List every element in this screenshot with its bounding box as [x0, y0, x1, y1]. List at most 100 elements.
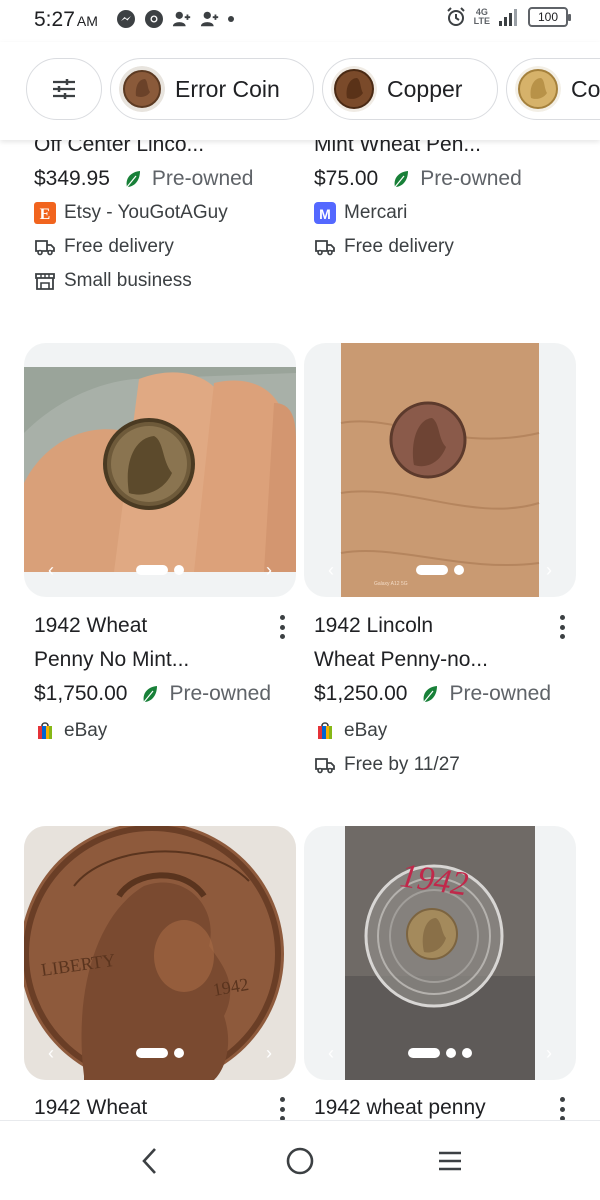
home-button[interactable]: [280, 1141, 320, 1181]
delivery-row: Free by 11/27: [314, 748, 574, 782]
delivery-row: Free delivery: [34, 230, 294, 264]
more-options-icon[interactable]: [272, 612, 292, 642]
svg-text:M: M: [319, 206, 331, 222]
delivery-truck-icon: [315, 758, 335, 774]
product-title-line2: Wheat Penny-no...: [314, 648, 488, 671]
image-carousel-dots: [304, 1048, 576, 1058]
more-notifications-dot-icon: [228, 16, 234, 22]
seller-row: E Etsy - YouGotAGuy: [34, 196, 294, 230]
price-row: $1,250.00 Pre-owned: [314, 677, 574, 711]
more-options-icon[interactable]: [552, 612, 572, 642]
chrome-icon: [145, 10, 163, 28]
notification-icons: [116, 9, 234, 29]
product-card-mint-wheat[interactable]: Mint Wheat Pen... $75.00 Pre-owned M Mer…: [314, 128, 574, 264]
coin-in-capsule-photo-icon: 1942: [345, 826, 535, 1080]
etsy-icon: E: [34, 202, 56, 224]
product-price: $1,750.00: [34, 682, 128, 705]
delivery-text: Free delivery: [344, 236, 454, 257]
carousel-next-icon[interactable]: ›: [266, 1044, 272, 1062]
system-navigation-bar: [0, 1120, 600, 1200]
price-row: $1,750.00 Pre-owned: [34, 677, 294, 711]
back-chevron-icon: [142, 1148, 156, 1174]
delivery-text: Free by 11/27: [344, 754, 460, 775]
carousel-prev-icon[interactable]: ‹: [328, 561, 334, 579]
mercari-icon: M: [314, 202, 336, 224]
coin-closeup-photo-icon: LIBERTY 1942: [24, 826, 296, 1080]
recent-apps-button[interactable]: [430, 1141, 470, 1181]
clock-time: 5:27: [34, 8, 75, 31]
chip-label: Co: [571, 75, 600, 102]
seller-row: M Mercari: [314, 196, 574, 230]
ebay-bag-icon: [318, 722, 332, 739]
chip-error-coin[interactable]: Error Coin: [110, 58, 314, 120]
product-condition: Pre-owned: [449, 682, 551, 705]
product-card-1942-lincoln[interactable]: 1942 Lincoln Wheat Penny-no... $1,250.00…: [314, 609, 574, 782]
svg-text:E: E: [40, 206, 51, 223]
price-row: $75.00 Pre-owned: [314, 162, 574, 196]
seller-name: Mercari: [344, 202, 408, 223]
product-condition: Pre-owned: [169, 682, 271, 705]
chip-partial[interactable]: Co: [506, 58, 600, 120]
delivery-text: Free delivery: [64, 236, 174, 257]
delivery-row: Free delivery: [314, 230, 574, 264]
product-image-1942-lincoln[interactable]: Galaxy A12 5G ‹ ›: [304, 343, 576, 597]
product-price: $349.95: [34, 167, 110, 190]
product-title-line1: 1942 Lincoln: [314, 614, 434, 637]
product-title-line1: 1942 Wheat: [34, 614, 148, 637]
system-icons: 4G LTE 100: [446, 7, 571, 27]
carousel-prev-icon[interactable]: ‹: [48, 1044, 54, 1062]
product-card-off-center[interactable]: Off Center Linco... $349.95 Pre-owned E …: [34, 128, 294, 298]
badge-text: Small business: [64, 270, 192, 291]
product-title-line2: Penny No Mint...: [34, 648, 190, 671]
home-circle-icon: [286, 1147, 314, 1175]
error-coin-thumbnail-icon: [119, 66, 165, 112]
back-button[interactable]: [130, 1141, 170, 1181]
seller-name: eBay: [344, 720, 388, 741]
leaf-icon: [394, 171, 409, 188]
battery-indicator: 100: [528, 7, 571, 27]
carousel-prev-icon[interactable]: ‹: [48, 561, 54, 579]
coin-on-skin-photo-icon: Galaxy A12 5G: [340, 343, 540, 597]
delivery-truck-icon: [35, 240, 55, 256]
product-image-1942-wheat-no-mint[interactable]: ‹ ›: [24, 343, 296, 597]
tune-icon: [53, 79, 75, 99]
network-sub-label: LTE: [473, 16, 490, 26]
seller-name: eBay: [64, 720, 108, 741]
product-card-1942-wheat-no-mint[interactable]: 1942 Wheat Penny No Mint... $1,750.00 Pr…: [34, 609, 294, 748]
filter-settings-button[interactable]: [26, 58, 102, 120]
product-condition: Pre-owned: [151, 167, 254, 190]
ebay-bag-icon: [38, 722, 52, 739]
alarm-icon: [446, 7, 465, 26]
chip-copper[interactable]: Copper: [322, 58, 498, 120]
status-bar: 5:27 AM 4G LTE 100: [0, 0, 600, 42]
storefront-icon: [35, 273, 55, 290]
carousel-next-icon[interactable]: ›: [546, 561, 552, 579]
seller-name: Etsy - YouGotAGuy: [64, 202, 228, 223]
seller-row: eBay: [314, 714, 574, 748]
badge-row: Small business: [34, 264, 294, 298]
leaf-icon: [143, 686, 158, 703]
product-price: $75.00: [314, 167, 379, 190]
chip-label: Copper: [387, 75, 463, 102]
clock-ampm: AM: [76, 13, 98, 29]
coin-on-fingers-photo-icon: [24, 367, 296, 572]
product-condition: Pre-owned: [420, 167, 522, 190]
product-price: $1,250.00: [314, 682, 408, 705]
image-carousel-dots: [24, 1048, 296, 1058]
seller-row: eBay: [34, 714, 294, 748]
product-image-1942-wheat[interactable]: LIBERTY 1942 ‹ ›: [24, 826, 296, 1080]
add-contact-icon-2: [200, 11, 219, 27]
price-row: $349.95 Pre-owned: [34, 162, 294, 196]
product-image-1942-wheat-penny[interactable]: 1942 ‹ ›: [304, 826, 576, 1080]
image-carousel-dots: [24, 565, 296, 575]
chip-label: Error Coin: [175, 75, 280, 102]
copper-thumbnail-icon: [331, 66, 377, 112]
carousel-prev-icon[interactable]: ‹: [328, 1044, 334, 1062]
carousel-next-icon[interactable]: ›: [546, 1044, 552, 1062]
carousel-next-icon[interactable]: ›: [266, 561, 272, 579]
delivery-truck-icon: [315, 240, 335, 256]
status-time: 5:27 AM: [34, 8, 98, 32]
photo-watermark: Galaxy A12 5G: [374, 581, 408, 587]
coin-thumbnail-icon: [515, 66, 561, 112]
image-carousel-dots: [304, 565, 576, 575]
